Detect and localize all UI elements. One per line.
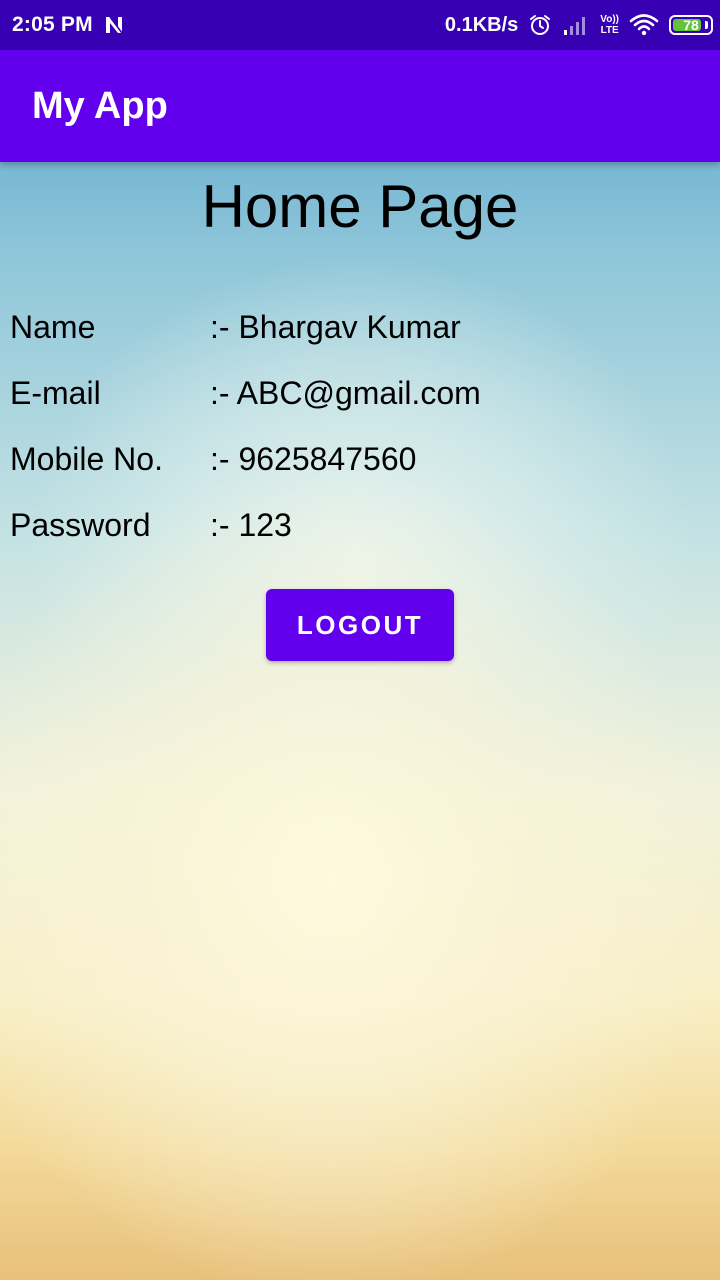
alarm-icon bbox=[528, 13, 552, 37]
email-label: E-mail bbox=[10, 374, 101, 411]
mobile-row: Mobile No. :- 9625847560 bbox=[10, 437, 710, 481]
status-bar: 2:05 PM 0.1KB/s Vo)) LTE 78 bbox=[0, 0, 720, 50]
n-app-icon bbox=[103, 14, 125, 36]
status-bar-left: 2:05 PM bbox=[12, 13, 125, 37]
battery-body: 78 bbox=[669, 15, 713, 35]
battery-level: 78 bbox=[683, 17, 699, 33]
mobile-label: Mobile No. bbox=[10, 440, 163, 477]
app-title: My App bbox=[32, 84, 168, 127]
email-value: :- ABC@gmail.com bbox=[210, 374, 481, 411]
logout-button[interactable]: LOGOUT bbox=[266, 589, 454, 661]
password-label: Password bbox=[10, 506, 151, 543]
volte-top-text: Vo)) bbox=[600, 14, 619, 25]
name-label: Name bbox=[10, 308, 96, 345]
volte-icon: Vo)) LTE bbox=[600, 14, 619, 36]
signal-icon bbox=[562, 14, 590, 36]
app-bar: My App bbox=[0, 50, 720, 162]
status-time: 2:05 PM bbox=[12, 13, 93, 36]
home-screen: 2:05 PM 0.1KB/s Vo)) LTE 78 My App Home … bbox=[0, 0, 720, 1280]
name-row: Name :- Bhargav Kumar bbox=[10, 305, 710, 349]
net-speed: 0.1KB/s bbox=[444, 13, 519, 36]
password-value: :- 123 bbox=[210, 506, 292, 543]
email-row: E-mail :- ABC@gmail.com bbox=[10, 371, 710, 415]
wifi-icon bbox=[629, 13, 659, 37]
page-title: Home Page bbox=[201, 173, 519, 240]
password-row: Password :- 123 bbox=[10, 503, 710, 547]
volte-bottom-text: LTE bbox=[600, 25, 619, 36]
battery-icon: 78 bbox=[669, 15, 713, 35]
mobile-value: :- 9625847560 bbox=[210, 440, 417, 477]
name-value: :- Bhargav Kumar bbox=[210, 308, 461, 345]
status-bar-right: 0.1KB/s Vo)) LTE 78 bbox=[444, 13, 713, 37]
